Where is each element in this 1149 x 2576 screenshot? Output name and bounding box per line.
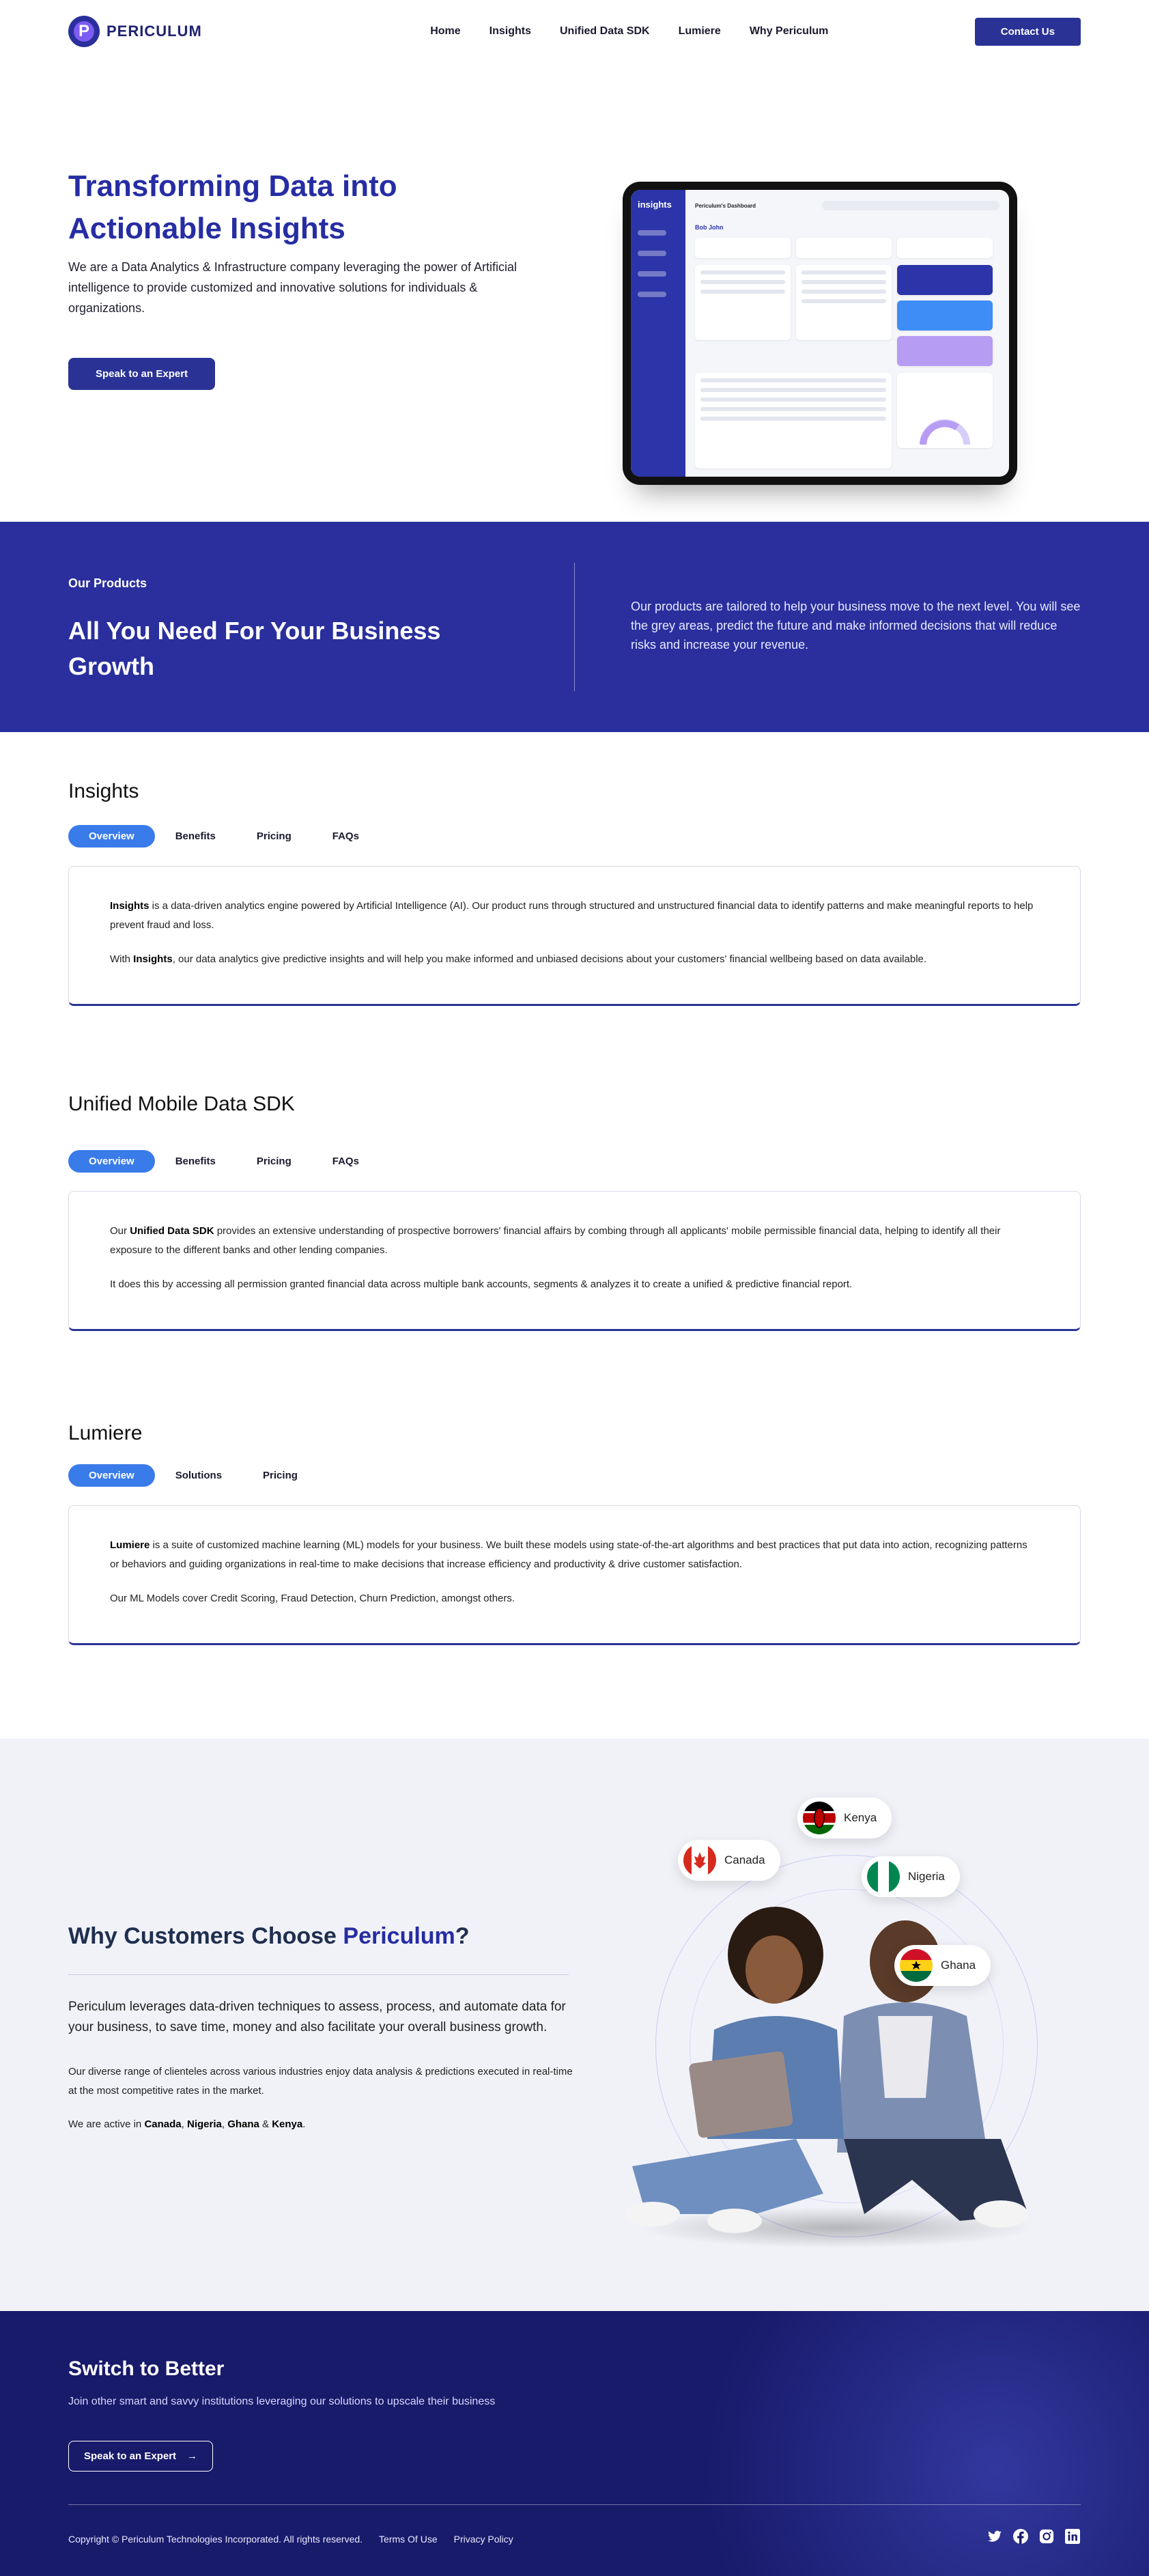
lumiere-paragraph-1: Lumiere is a suite of customized machine… — [110, 1539, 1027, 1570]
why-paragraph-2: Our diverse range of clienteles across v… — [68, 2066, 573, 2097]
footer-divider — [68, 2504, 1081, 2505]
contact-us-button[interactable]: Contact Us — [974, 17, 1081, 46]
nigeria-flag-icon — [867, 1860, 900, 1893]
hero-section: Transforming Data into Actionable Insigh… — [0, 63, 1149, 522]
ghana-flag-icon — [900, 1949, 933, 1982]
lumiere-paragraph-2: Our ML Models cover Credit Scoring, Frau… — [110, 1593, 515, 1604]
sdk-paragraph-2: It does this by accessing all permission… — [110, 1278, 853, 1290]
dashboard-greeting: Bob John — [695, 224, 724, 231]
why-title: Why Customers Choose Periculum? — [68, 1923, 470, 1949]
sdk-overview-panel: Our Unified Data SDK provides an extensi… — [68, 1191, 1081, 1331]
speak-to-expert-button[interactable]: Speak to an Expert — [68, 358, 216, 390]
sdk-tabs: Overview Benefits Pricing FAQs — [68, 1150, 380, 1173]
instagram-icon[interactable] — [1038, 2528, 1055, 2545]
country-name: Ghana — [941, 1959, 976, 1972]
insights-section: Insights Overview Benefits Pricing FAQs … — [0, 732, 1149, 1046]
products-description: Our products are tailored to help your b… — [631, 600, 1081, 652]
twitter-icon[interactable] — [987, 2528, 1003, 2545]
nav-links: Home Insights Unified Data SDK Lumiere W… — [430, 25, 828, 38]
products-title: All You Need For Your Business Growth — [68, 617, 441, 680]
canada-flag-icon — [683, 1844, 716, 1877]
footer-cta-label: Speak to an Expert — [84, 2450, 177, 2462]
country-name: Nigeria — [908, 1870, 945, 1883]
tab-pricing[interactable]: Pricing — [242, 1464, 318, 1487]
why-divider — [68, 1974, 569, 1975]
terms-of-use-link[interactable]: Terms Of Use — [379, 2534, 438, 2545]
why-paragraph-1: Periculum leverages data-driven techniqu… — [68, 2000, 566, 2034]
why-periculum-section: Why Customers Choose Periculum? Periculu… — [0, 1739, 1149, 2311]
tab-faqs[interactable]: FAQs — [312, 1150, 380, 1173]
tab-pricing[interactable]: Pricing — [236, 825, 312, 848]
top-nav: PERICULUM Home Insights Unified Data SDK… — [0, 0, 1149, 63]
nav-link-lumiere[interactable]: Lumiere — [679, 25, 721, 38]
nav-link-insights[interactable]: Insights — [490, 25, 531, 38]
insights-overview-panel: Insights is a data-driven analytics engi… — [68, 866, 1081, 1006]
country-pill-nigeria: Nigeria — [862, 1856, 960, 1897]
lumiere-overview-panel: Lumiere is a suite of customized machine… — [68, 1505, 1081, 1645]
privacy-policy-link[interactable]: Privacy Policy — [454, 2534, 513, 2545]
insights-title: Insights — [68, 780, 139, 802]
dashboard-sidebar: insights — [631, 190, 685, 477]
tab-overview[interactable]: Overview — [68, 1464, 155, 1487]
tab-solutions[interactable]: Solutions — [155, 1464, 242, 1487]
footer-subtitle: Join other smart and savvy institutions … — [68, 2396, 496, 2407]
hero-subtitle: We are a Data Analytics & Infrastructure… — [68, 260, 517, 315]
country-pill-ghana: Ghana — [894, 1945, 991, 1986]
footer-speak-to-expert-button[interactable]: Speak to an Expert → — [68, 2441, 214, 2472]
linkedin-icon[interactable] — [1064, 2528, 1081, 2545]
nav-link-why-periculum[interactable]: Why Periculum — [750, 25, 829, 38]
lumiere-tabs: Overview Solutions Pricing — [68, 1464, 318, 1487]
sdk-title: Unified Mobile Data SDK — [68, 1093, 295, 1115]
products-banner: Our Products All You Need For Your Busin… — [0, 522, 1149, 732]
kenya-flag-icon — [803, 1802, 836, 1834]
footer: Switch to Better Join other smart and sa… — [0, 2311, 1149, 2576]
tab-pricing[interactable]: Pricing — [236, 1150, 312, 1173]
lumiere-section: Lumiere Overview Solutions Pricing Lumie… — [0, 1375, 1149, 1739]
country-pill-canada: Canada — [678, 1840, 780, 1881]
copyright-text: Copyright © Periculum Technologies Incor… — [68, 2534, 363, 2545]
sdk-paragraph-1: Our Unified Data SDK provides an extensi… — [110, 1225, 1001, 1256]
tab-overview[interactable]: Overview — [68, 1150, 155, 1173]
insights-paragraph-1: Insights is a data-driven analytics engi… — [110, 900, 1034, 931]
tab-overview[interactable]: Overview — [68, 825, 155, 848]
hero-title: Transforming Data into Actionable Insigh… — [68, 169, 397, 245]
country-name: Canada — [724, 1853, 765, 1866]
tab-benefits[interactable]: Benefits — [155, 825, 236, 848]
arrow-right-icon: → — [187, 2450, 198, 2462]
dashboard-brand: insights — [638, 199, 672, 210]
facebook-icon[interactable] — [1012, 2528, 1029, 2545]
why-countries-paragraph: We are active in Canada, Nigeria, Ghana … — [68, 2118, 306, 2130]
credit-score-gauge-icon — [920, 419, 970, 445]
nav-link-home[interactable]: Home — [430, 25, 460, 38]
dashboard-title: Periculum's Dashboard — [695, 202, 756, 209]
tab-benefits[interactable]: Benefits — [155, 1150, 236, 1173]
lumiere-title: Lumiere — [68, 1422, 143, 1444]
logo-text: PERICULUM — [107, 23, 202, 40]
logo[interactable]: PERICULUM — [68, 16, 202, 47]
sdk-section: Unified Mobile Data SDK Overview Benefit… — [0, 1046, 1149, 1375]
dashboard-search-bar — [822, 201, 999, 210]
social-links — [987, 2528, 1081, 2545]
products-label: Our Products — [68, 576, 147, 590]
country-name: Kenya — [844, 1811, 877, 1824]
country-pill-kenya: Kenya — [797, 1797, 892, 1838]
insights-paragraph-2: With Insights, our data analytics give p… — [110, 953, 927, 965]
insights-tabs: Overview Benefits Pricing FAQs — [68, 825, 380, 848]
footer-title: Switch to Better — [68, 2357, 225, 2380]
nav-link-unified-data-sdk[interactable]: Unified Data SDK — [560, 25, 650, 38]
dashboard-tablet-image: insights Periculum's Dashboard Bob John — [623, 182, 1017, 485]
logo-mark-icon — [68, 16, 100, 47]
products-divider — [574, 563, 575, 691]
tab-faqs[interactable]: FAQs — [312, 825, 380, 848]
